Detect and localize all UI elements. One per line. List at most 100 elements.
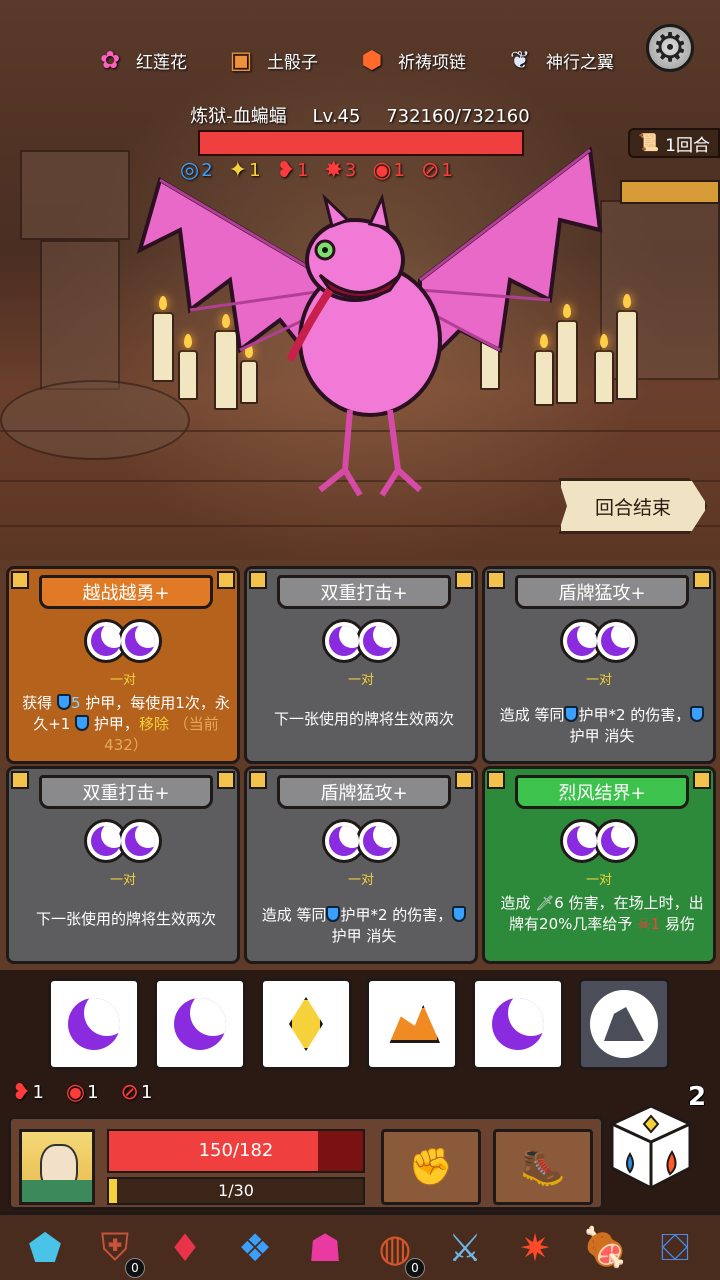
moon-icon (174, 998, 226, 1050)
settings-button[interactable]: ⚙ (646, 24, 694, 72)
card-requirement: 一对 (585, 673, 612, 688)
moon-icon (567, 626, 597, 656)
stone-pillar (40, 240, 120, 390)
card-dice-slots (247, 619, 475, 663)
armor-icon (452, 906, 467, 922)
card-dice-slots (9, 619, 237, 663)
moon-icon (567, 826, 597, 856)
card-title: 盾牌猛攻+ (515, 575, 689, 609)
stone-pillar (20, 150, 130, 240)
card-description: 造成 等同 护甲*2 的伤害，护甲 消失 (495, 705, 709, 747)
moon-slot (118, 619, 162, 663)
item-slot[interactable]: ⬟ (17, 1220, 73, 1276)
skill-card[interactable]: 双重打击+ 一对 下一张使用的牌将生效两次 (244, 566, 478, 764)
skill-card[interactable]: 盾牌猛攻+ 一对 造成 等同 护甲*2 的伤害，护甲 消失 (244, 766, 478, 964)
diamond-icon (289, 997, 323, 1051)
player-xp-text: 1/30 (218, 1181, 254, 1200)
die-rock[interactable] (578, 978, 670, 1070)
skill-card[interactable]: 烈风结界+ 一对 造成 🗡6 伤害，在场上时，出牌有20%几率给予 ☠1 易伤 (482, 766, 716, 964)
moon-icon (363, 826, 393, 856)
scroll-icon: 📜 (638, 133, 660, 153)
card-title: 盾牌猛攻+ (277, 775, 451, 809)
moon-icon (363, 626, 393, 656)
moon-icon (125, 626, 155, 656)
relic-label: 土骰子 (267, 52, 318, 73)
die-moon[interactable] (48, 978, 140, 1070)
wing-icon: ❦ (509, 46, 531, 74)
item-slot[interactable]: ⚔ (437, 1220, 493, 1276)
relic-label: 神行之翼 (546, 52, 614, 73)
status-effect[interactable]: ❥ 1 (12, 1080, 44, 1105)
die-moon[interactable] (154, 978, 246, 1070)
skill-card[interactable]: 双重打击+ 一对 下一张使用的牌将生效两次 (6, 766, 240, 964)
fire-rock-icon (389, 1005, 440, 1043)
blue-crystal-icon: ❖ (237, 1225, 273, 1270)
card-description: 造成 等同 护甲*2 的伤害，护甲 消失 (257, 905, 471, 947)
ice-crystal-icon: ⬟ (28, 1225, 62, 1270)
card-title: 越战越勇+ (39, 575, 213, 609)
moon-slot (118, 819, 162, 863)
card-requirement: 一对 (347, 873, 374, 888)
battle-scene: ✿ 红莲花 ▣ 土骰子 ⬢ 祈祷项链 ❦ 神行之翼 ⚙ 炼狱-血蝙蝠 Lv.45… (0, 0, 720, 560)
rock-icon (604, 1007, 644, 1041)
player-status-list: ❥ 1 ◉ 1 ⊘ 1 (12, 1080, 152, 1105)
item-slot[interactable]: ✷ (507, 1220, 563, 1276)
enemy-info: 炼狱-血蝙蝠 Lv.45 732160/732160 (0, 102, 720, 128)
skill-card[interactable]: 越战越勇+ 一对 获得 5 护甲，每使用1次，永久+1 护甲，移除 （当前432… (6, 566, 240, 764)
moon-icon (329, 626, 359, 656)
relic-item[interactable]: ⬢ 祈祷项链 (354, 42, 466, 78)
status-effect[interactable]: ◉ 1 (66, 1080, 99, 1105)
card-area: 越战越勇+ 一对 获得 5 护甲，每使用1次，永久+1 护甲，移除 （当前432… (0, 560, 720, 970)
moon-icon (601, 826, 631, 856)
die-diamond[interactable] (260, 978, 352, 1070)
relic-item[interactable]: ▣ 土骰子 (223, 42, 318, 78)
avatar[interactable] (19, 1129, 95, 1205)
spiral-icon: ◉ (65, 1080, 86, 1105)
equipment-slot-boot[interactable]: 🥾 (493, 1129, 593, 1205)
die-moon[interactable] (472, 978, 564, 1070)
armor-icon (75, 715, 90, 731)
weaken-icon: ❥ (12, 1080, 31, 1105)
armor-icon (56, 694, 71, 710)
item-slot[interactable]: ♦ (157, 1220, 213, 1276)
player-hp-text: 150/182 (198, 1140, 274, 1161)
skill-card[interactable]: 盾牌猛攻+ 一对 造成 等同 护甲*2 的伤害，护甲 消失 (482, 566, 716, 764)
end-turn-button[interactable]: 回合结束 (558, 478, 708, 534)
relic-item[interactable]: ❦ 神行之翼 (502, 42, 614, 78)
card-description: 造成 🗡6 伤害，在场上时，出牌有20%几率给予 ☠1 易伤 (500, 894, 704, 933)
relic-bar: ✿ 红莲花 ▣ 土骰子 ⬢ 祈祷项链 ❦ 神行之翼 (92, 42, 614, 78)
ruby-pendant-icon: ♦ (167, 1225, 203, 1270)
armor-icon (326, 906, 341, 922)
item-slot[interactable]: 🍖 (577, 1220, 633, 1276)
status-effect[interactable]: ⊘ 1 (121, 1080, 153, 1105)
armor-icon (690, 706, 705, 722)
roll-dice-button[interactable] (608, 1102, 694, 1192)
item-slot[interactable]: ❖ (227, 1220, 283, 1276)
prayer-necklace-icon: ⬢ (361, 46, 383, 74)
earth-dice-icon: ▣ (229, 46, 253, 74)
item-bar: ⬟ ⛨ 0 ♦ ❖ ☗ ◍ 0 ⚔ ✷ 🍖 ⛋ (0, 1212, 720, 1280)
blood-bat-enemy[interactable] (120, 140, 620, 520)
card-requirement: 一对 (347, 673, 374, 688)
item-slot[interactable]: ◍ 0 (367, 1220, 425, 1278)
item-slot[interactable]: ⛋ (647, 1220, 703, 1276)
card-dice-slots (485, 819, 713, 863)
card-title: 双重打击+ (277, 575, 451, 609)
card-requirement: 一对 (109, 673, 136, 688)
moon-icon (68, 998, 120, 1050)
item-slot[interactable]: ☗ (297, 1220, 353, 1276)
enemy-level: Lv.45 (312, 106, 361, 127)
moon-slot (594, 619, 638, 663)
relic-item[interactable]: ✿ 红莲花 (92, 42, 187, 78)
die-fire[interactable] (366, 978, 458, 1070)
card-description: 下一张使用的牌将生效两次 (273, 710, 454, 728)
tentacle-decoration (140, 0, 220, 40)
equipment-slot-gauntlet[interactable]: ✊ (381, 1129, 481, 1205)
ice-sword-icon: ⚔ (447, 1225, 483, 1270)
item-slot[interactable]: ⛨ 0 (87, 1220, 145, 1278)
lotus-icon: ✿ (99, 46, 121, 74)
enemy-name: 炼狱-血蝙蝠 (190, 106, 287, 127)
armor-icon (564, 706, 579, 722)
player-hp-bar: 150/182 (107, 1129, 365, 1173)
moon-icon (492, 998, 544, 1050)
